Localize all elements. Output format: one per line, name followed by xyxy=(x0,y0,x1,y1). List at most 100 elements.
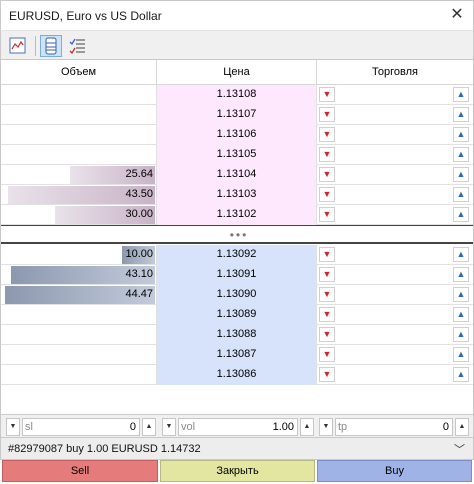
price-cell[interactable]: 1.13086 xyxy=(157,365,317,385)
volume-cell: 10.00 xyxy=(1,245,157,265)
depth-of-market-button[interactable] xyxy=(40,35,62,57)
sell-limit-arrow-icon[interactable]: ▼ xyxy=(319,247,335,262)
price-cell[interactable]: 1.13092 xyxy=(157,245,317,265)
header-price: Цена xyxy=(157,60,317,85)
sl-field[interactable]: sl 0 xyxy=(22,418,140,436)
sl-placeholder: sl xyxy=(25,421,33,433)
spread-dots: ••• xyxy=(229,228,249,242)
ask-row: 1.13108 ▼ ▲ xyxy=(1,85,473,105)
price-cell[interactable]: 1.13106 xyxy=(157,125,317,145)
sl-value: 0 xyxy=(129,421,136,433)
volume-cell xyxy=(1,125,157,145)
bid-row: 1.13087 ▼ ▲ xyxy=(1,345,473,365)
close-icon[interactable]: ✕ xyxy=(449,7,465,23)
price-cell[interactable]: 1.13089 xyxy=(157,305,317,325)
vol-increase-button[interactable]: ▲ xyxy=(300,418,314,436)
bid-row: 1.13089 ▼ ▲ xyxy=(1,305,473,325)
tp-field[interactable]: tp 0 xyxy=(335,418,453,436)
sell-limit-arrow-icon[interactable]: ▼ xyxy=(319,87,335,102)
buy-limit-arrow-icon[interactable]: ▲ xyxy=(453,87,469,102)
sell-limit-arrow-icon[interactable]: ▼ xyxy=(319,167,335,182)
price-cell[interactable]: 1.13104 xyxy=(157,165,317,185)
price-cell[interactable]: 1.13103 xyxy=(157,185,317,205)
volume-cell: 43.10 xyxy=(1,265,157,285)
buy-limit-arrow-icon[interactable]: ▲ xyxy=(453,287,469,302)
price-cell[interactable]: 1.13108 xyxy=(157,85,317,105)
sell-limit-arrow-icon[interactable]: ▼ xyxy=(319,287,335,302)
chart-button[interactable] xyxy=(7,35,29,57)
volume-value: 43.10 xyxy=(125,268,153,280)
buy-button[interactable]: Buy xyxy=(317,460,472,482)
buy-limit-arrow-icon[interactable]: ▲ xyxy=(453,367,469,382)
sell-limit-arrow-icon[interactable]: ▼ xyxy=(319,107,335,122)
vol-stepper: ▼ vol 1.00 ▲ xyxy=(162,418,314,436)
chevron-down-icon[interactable]: ﹀ xyxy=(454,441,465,457)
vol-decrease-button[interactable]: ▼ xyxy=(162,418,176,436)
window-title: EURUSD, Euro vs US Dollar xyxy=(9,9,162,23)
price-cell[interactable]: 1.13091 xyxy=(157,265,317,285)
tp-decrease-button[interactable]: ▼ xyxy=(319,418,333,436)
sell-limit-arrow-icon[interactable]: ▼ xyxy=(319,327,335,342)
sell-button[interactable]: Sell xyxy=(2,460,158,482)
price-cell[interactable]: 1.13105 xyxy=(157,145,317,165)
buy-limit-arrow-icon[interactable]: ▲ xyxy=(453,167,469,182)
table-header: Объем Цена Торговля xyxy=(1,60,473,85)
volume-cell xyxy=(1,85,157,105)
buy-limit-arrow-icon[interactable]: ▲ xyxy=(453,147,469,162)
buy-limit-arrow-icon[interactable]: ▲ xyxy=(453,187,469,202)
header-volume: Объем xyxy=(1,60,157,85)
title-bar: EURUSD, Euro vs US Dollar ✕ xyxy=(0,0,474,30)
tp-placeholder: tp xyxy=(338,421,348,433)
trade-list-button[interactable] xyxy=(67,35,89,57)
action-buttons: Sell Закрыть Buy xyxy=(0,460,474,484)
price-cell[interactable]: 1.13102 xyxy=(157,205,317,225)
position-selector[interactable]: #82979087 buy 1.00 EURUSD 1.14732 ﹀ xyxy=(0,438,474,460)
volume-cell: 43.50 xyxy=(1,185,157,205)
trade-list-icon xyxy=(69,38,85,55)
buy-limit-arrow-icon[interactable]: ▲ xyxy=(453,247,469,262)
ask-row: 43.50 1.13103 ▼ ▲ xyxy=(1,185,473,205)
buy-limit-arrow-icon[interactable]: ▲ xyxy=(453,207,469,222)
volume-cell: 25.64 xyxy=(1,165,157,185)
sell-limit-arrow-icon[interactable]: ▼ xyxy=(319,267,335,282)
volume-cell xyxy=(1,345,157,365)
depth-of-market-table: Объем Цена Торговля 1.13108 ▼ ▲ 1.13107 ▼ ▲ 1.… xyxy=(0,60,474,414)
header-trade: Торговля xyxy=(372,66,418,78)
tp-increase-button[interactable]: ▲ xyxy=(455,418,469,436)
buy-limit-arrow-icon[interactable]: ▲ xyxy=(453,327,469,342)
price-cell[interactable]: 1.13088 xyxy=(157,325,317,345)
sl-decrease-button[interactable]: ▼ xyxy=(6,418,20,436)
sell-limit-arrow-icon[interactable]: ▼ xyxy=(319,147,335,162)
sell-limit-arrow-icon[interactable]: ▼ xyxy=(319,127,335,142)
vol-placeholder: vol xyxy=(181,421,196,433)
position-text: #82979087 buy 1.00 EURUSD 1.14732 xyxy=(8,443,201,455)
buy-limit-arrow-icon[interactable]: ▲ xyxy=(453,307,469,322)
sell-limit-arrow-icon[interactable]: ▼ xyxy=(319,307,335,322)
tp-stepper: ▼ tp 0 ▲ xyxy=(319,418,469,436)
buy-limit-arrow-icon[interactable]: ▲ xyxy=(453,347,469,362)
price-cell[interactable]: 1.13090 xyxy=(157,285,317,305)
volume-cell xyxy=(1,305,157,325)
sell-limit-arrow-icon[interactable]: ▼ xyxy=(319,187,335,202)
volume-value: 44.47 xyxy=(125,288,153,300)
ask-row: 1.13106 ▼ ▲ xyxy=(1,125,473,145)
chart-icon xyxy=(9,37,26,54)
close-position-button[interactable]: Закрыть xyxy=(160,460,315,482)
price-cell[interactable]: 1.13087 xyxy=(157,345,317,365)
buy-limit-arrow-icon[interactable]: ▲ xyxy=(453,107,469,122)
sl-increase-button[interactable]: ▲ xyxy=(142,418,156,436)
volume-value: 43.50 xyxy=(125,188,153,200)
ask-row: 25.64 1.13104 ▼ ▲ xyxy=(1,165,473,185)
buy-limit-arrow-icon[interactable]: ▲ xyxy=(453,127,469,142)
buy-limit-arrow-icon[interactable]: ▲ xyxy=(453,267,469,282)
volume-cell xyxy=(1,325,157,345)
sell-limit-arrow-icon[interactable]: ▼ xyxy=(319,367,335,382)
ask-row: 30.00 1.13102 ▼ ▲ xyxy=(1,205,473,225)
volume-cell: 44.47 xyxy=(1,285,157,305)
sell-limit-arrow-icon[interactable]: ▼ xyxy=(319,207,335,222)
ask-row: 1.13105 ▼ ▲ xyxy=(1,145,473,165)
volume-value: 10.00 xyxy=(125,248,153,260)
vol-field[interactable]: vol 1.00 xyxy=(178,418,298,436)
price-cell[interactable]: 1.13107 xyxy=(157,105,317,125)
sell-limit-arrow-icon[interactable]: ▼ xyxy=(319,347,335,362)
